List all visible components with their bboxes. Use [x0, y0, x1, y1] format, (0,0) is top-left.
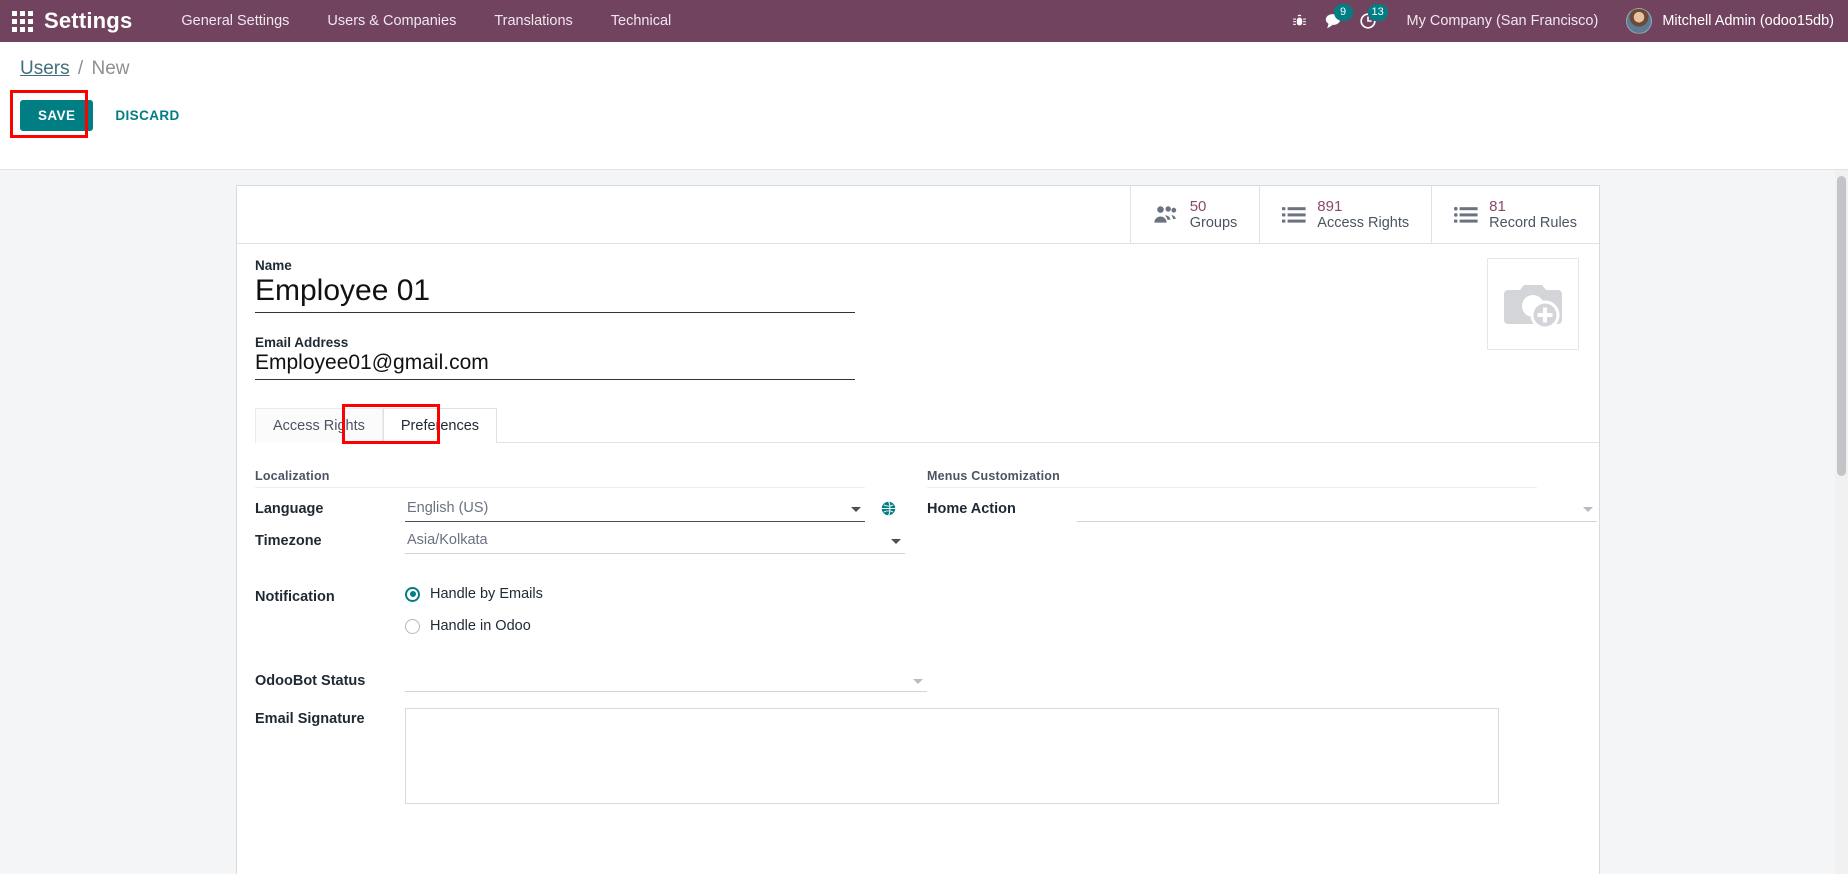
stat-label-record-rules: Record Rules [1489, 214, 1577, 231]
top-navbar: Settings General Settings Users & Compan… [0, 0, 1848, 42]
breadcrumb-current: New [91, 58, 130, 79]
menu-general-settings[interactable]: General Settings [162, 0, 308, 42]
field-row-notification: Notification Handle by Emails Handle in … [255, 586, 927, 650]
users-group-icon [1153, 205, 1179, 225]
vertical-scrollbar-thumb[interactable] [1837, 176, 1846, 476]
language-field: English (US) [405, 498, 896, 522]
stat-button-box: 50 Groups 891 Access Rights 81 Record Ru… [1129, 186, 1599, 243]
stat-label-access-rights: Access Rights [1317, 214, 1410, 231]
tab-panel-preferences: Localization Language English (US) Timez… [255, 443, 1599, 810]
timezone-value: Asia/Kolkata [407, 532, 488, 548]
breadcrumb-separator: / [77, 58, 84, 79]
save-button[interactable]: SAVE [20, 100, 94, 131]
timezone-field: Asia/Kolkata [405, 530, 905, 554]
timezone-label: Timezone [255, 533, 322, 549]
list-icon [1454, 205, 1478, 225]
activities-badge: 13 [1367, 4, 1388, 21]
stat-button-groups[interactable]: 50 Groups [1129, 186, 1260, 243]
radio-indicator-unselected [405, 618, 420, 634]
stat-value-groups: 50 [1189, 197, 1207, 215]
app-brand-title[interactable]: Settings [44, 8, 132, 34]
home-action-label: Home Action [927, 501, 1016, 517]
debug-menu-toggle[interactable] [1283, 0, 1317, 42]
radio-handle-in-odoo[interactable]: Handle in Odoo [405, 618, 927, 634]
activities-menu-toggle[interactable]: 13 [1351, 0, 1388, 42]
email-signature-textarea[interactable] [405, 708, 1499, 804]
globe-icon[interactable] [881, 501, 896, 521]
field-row-language: Language English (US) [255, 498, 927, 524]
breadcrumb: Users / New [20, 58, 129, 80]
stat-box-divider [237, 243, 1599, 244]
radio-indicator-selected [405, 586, 420, 602]
name-input[interactable] [255, 274, 855, 313]
record-title-area: Name Email Address [255, 258, 895, 380]
messages-menu-toggle[interactable]: 9 [1317, 0, 1353, 42]
odoobot-status-label: OdooBot Status [255, 673, 366, 689]
email-field-label: Email Address [255, 335, 349, 350]
field-row-email-signature: Email Signature [255, 708, 1499, 804]
notification-label: Notification [255, 589, 335, 605]
email-signature-field [405, 708, 1499, 804]
stat-button-access-rights[interactable]: 891 Access Rights [1259, 186, 1432, 243]
company-switcher[interactable]: My Company (San Francisco) [1385, 13, 1615, 29]
field-row-odoobot-status: OdooBot Status [255, 670, 927, 696]
menu-technical[interactable]: Technical [592, 0, 690, 42]
stat-text-record-rules: 81 Record Rules [1489, 198, 1577, 232]
field-row-timezone: Timezone Asia/Kolkata [255, 530, 927, 556]
field-gap [255, 313, 895, 335]
email-input[interactable] [255, 351, 855, 380]
menu-translations[interactable]: Translations [475, 0, 591, 42]
notification-radio-group: Handle by Emails Handle in Odoo [405, 586, 927, 650]
chevron-down-icon [891, 539, 901, 544]
form-action-buttons: SAVE DISCARD [20, 100, 194, 131]
stat-label-groups: Groups [1189, 214, 1238, 231]
avatar-upload-button[interactable] [1487, 258, 1579, 350]
field-row-home-action: Home Action [927, 498, 1599, 524]
chevron-down-icon [1583, 507, 1593, 512]
user-name-label: Mitchell Admin (odoo15db) [1662, 13, 1834, 29]
chevron-down-icon [851, 507, 861, 512]
avatar [1626, 8, 1653, 34]
timezone-select[interactable]: Asia/Kolkata [405, 530, 905, 554]
stat-button-record-rules[interactable]: 81 Record Rules [1431, 186, 1599, 243]
form-sheet: 50 Groups 891 Access Rights 81 Record Ru… [236, 185, 1600, 874]
radio-label-handle-in-odoo: Handle in Odoo [430, 618, 531, 634]
breadcrumb-users-link[interactable]: Users [20, 58, 70, 79]
form-view-body: 50 Groups 891 Access Rights 81 Record Ru… [0, 170, 1848, 874]
email-signature-label: Email Signature [255, 711, 365, 727]
preferences-left-column: Localization Language English (US) Timez… [255, 469, 1499, 810]
tab-access-rights[interactable]: Access Rights [255, 408, 383, 443]
odoobot-status-select[interactable] [405, 670, 927, 692]
stat-text-access-rights: 891 Access Rights [1317, 198, 1409, 232]
list-icon [1282, 205, 1306, 225]
discard-button[interactable]: DISCARD [101, 101, 193, 130]
odoobot-status-field [405, 670, 927, 692]
menu-users-and-companies[interactable]: Users & Companies [308, 0, 475, 42]
radio-handle-by-emails[interactable]: Handle by Emails [405, 586, 927, 602]
language-label: Language [255, 501, 324, 517]
navbar-systray: 9 13 My Company (San Francisco) Mitchell… [1283, 0, 1848, 42]
home-action-field [1077, 498, 1597, 522]
camera-add-icon [1504, 285, 1562, 330]
home-action-select[interactable] [1077, 498, 1597, 522]
notebook: Access Rights Preferences Localization L… [255, 404, 1599, 810]
stat-text-groups: 50 Groups [1190, 198, 1238, 232]
bug-icon [1293, 14, 1306, 26]
apps-menu-toggle[interactable] [0, 0, 44, 42]
chevron-down-icon [913, 679, 923, 684]
radio-label-handle-by-emails: Handle by Emails [430, 586, 543, 602]
language-select[interactable]: English (US) [405, 498, 865, 522]
tab-preferences[interactable]: Preferences [382, 408, 498, 443]
control-panel: Users / New SAVE DISCARD [0, 42, 1848, 170]
stat-value-access-rights: 891 [1317, 197, 1343, 215]
stat-value-record-rules: 81 [1489, 197, 1506, 215]
name-field-label: Name [255, 258, 292, 273]
notebook-tabs: Access Rights Preferences [255, 404, 1599, 444]
group-title-localization: Localization [255, 469, 865, 488]
language-value: English (US) [407, 500, 489, 516]
apps-grid-icon [11, 10, 33, 32]
group-title-menus-customization: Menus Customization [927, 469, 1537, 488]
user-menu-toggle[interactable]: Mitchell Admin (odoo15db) [1614, 8, 1834, 34]
